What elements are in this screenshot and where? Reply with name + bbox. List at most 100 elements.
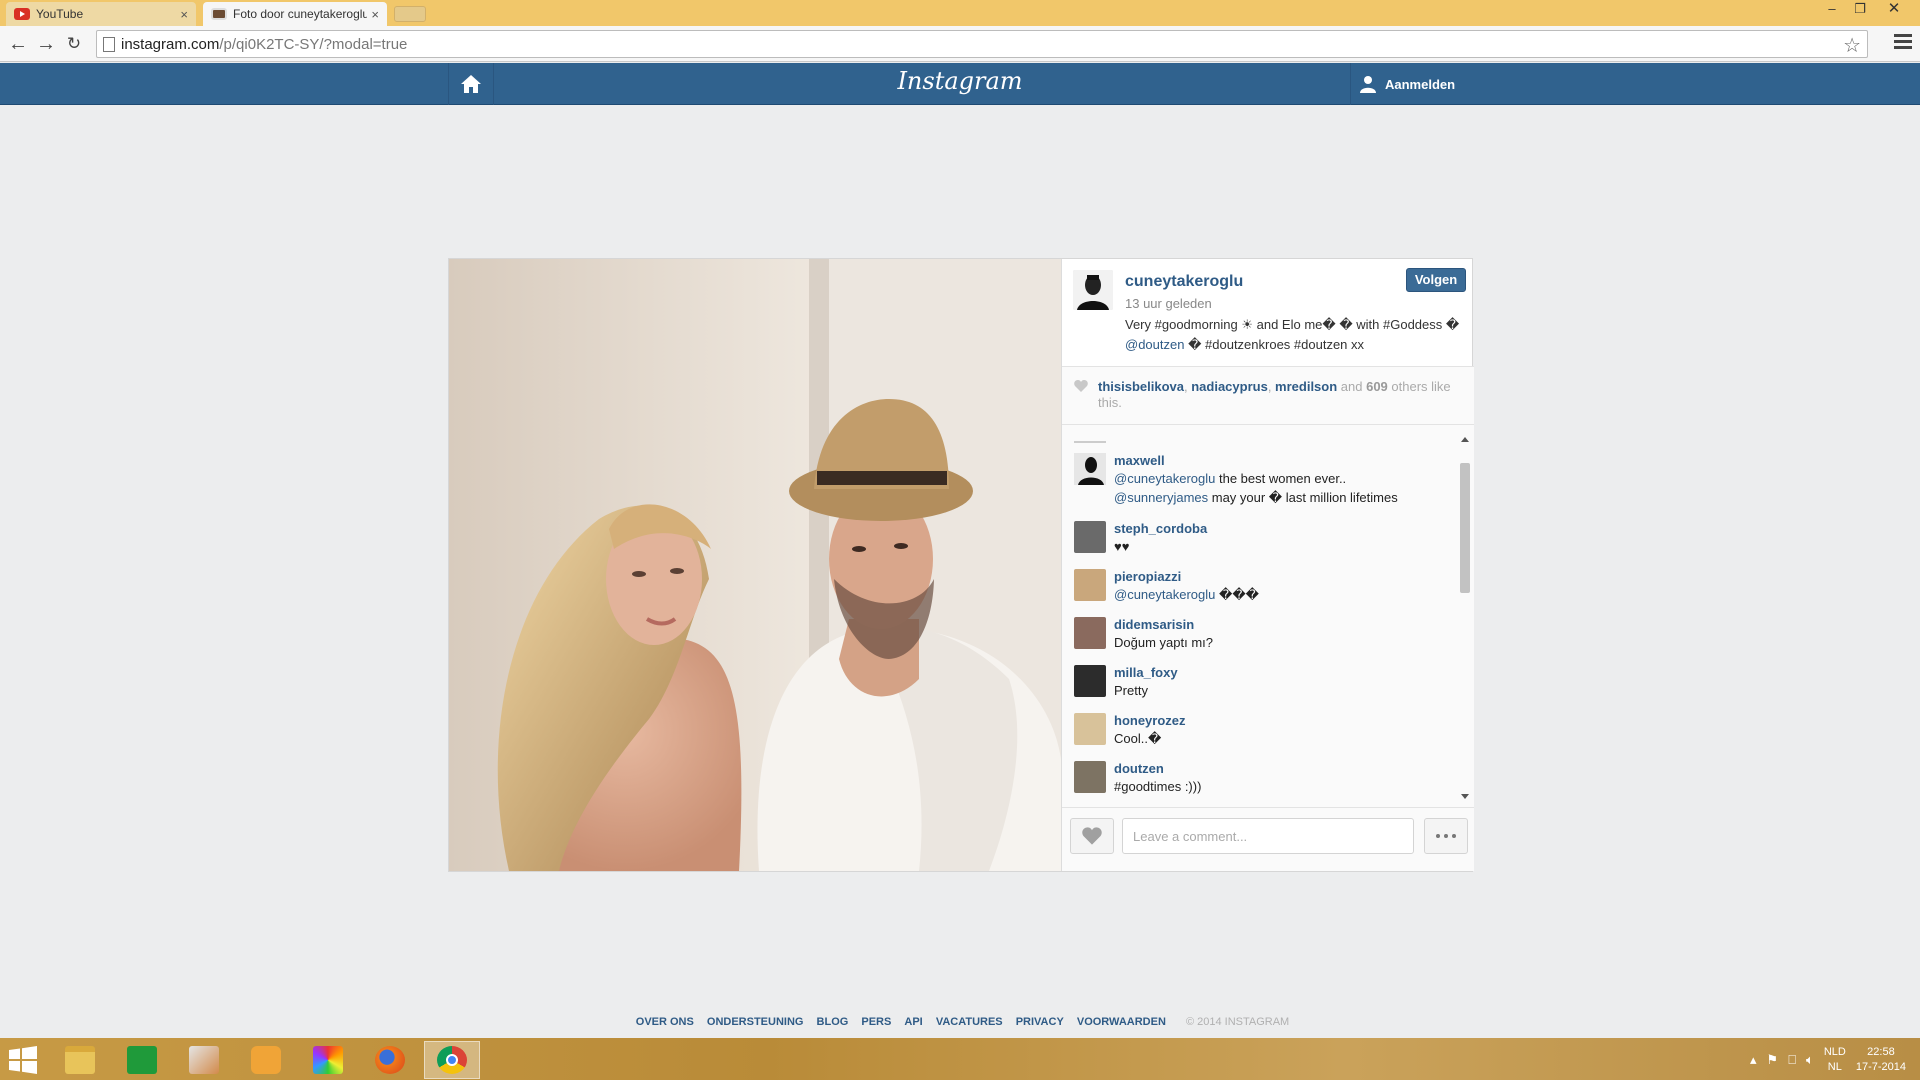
action-center-flag-icon[interactable]: ⚑ [1767,1052,1779,1068]
more-options-button[interactable] [1424,818,1468,854]
comment-mention[interactable]: @sunneryjames [1114,490,1208,505]
comment-mention[interactable]: @cuneytakeroglu [1114,471,1215,486]
comment-username[interactable]: didemsarisin [1114,617,1194,632]
browser-toolbar: ← → ↻ instagram.com/p/qi0K2TC-SY/?modal=… [0,26,1920,62]
windows-start-icon[interactable] [8,1046,38,1074]
comment-item: milla_foxy Pretty [1074,665,1454,713]
taskbar-chrome[interactable] [424,1041,480,1079]
user-icon [1360,76,1376,93]
comment-avatar[interactable] [1074,617,1106,649]
taskbar-paint[interactable] [176,1041,232,1079]
taskbar-firefox[interactable] [362,1041,418,1079]
post-time: 13 uur geleden [1125,296,1212,311]
taskbar-colors-app[interactable] [300,1041,356,1079]
system-tray: ▴ ⚑ ⎕ 🔈︎ NLD NL 22:58 17-7-2014 [1750,1044,1906,1076]
more-icon [1444,834,1448,838]
photo-image [449,259,1061,871]
back-arrow-icon[interactable]: ← [6,32,30,56]
tab-label: Foto door cuneytakeroglu [233,7,368,21]
comment-username[interactable]: honeyrozez [1114,713,1186,728]
liker-link[interactable]: nadiacyprus [1191,379,1268,394]
volume-icon[interactable]: 🔈︎ [1806,1052,1814,1068]
taskbar-file-explorer[interactable] [52,1041,108,1079]
home-icon [461,75,481,93]
comments-list[interactable]: maxwell @cuneytakeroglu the best women e… [1062,425,1474,807]
like-button[interactable] [1070,818,1114,854]
author-avatar[interactable] [1073,270,1113,310]
windows-taskbar: ▴ ⚑ ⎕ 🔈︎ NLD NL 22:58 17-7-2014 [0,1038,1920,1080]
comment-item: pieropiazzi @cuneytakeroglu ��� [1074,569,1454,617]
likes-count[interactable]: 609 [1366,379,1388,394]
comment-username[interactable]: steph_cordoba [1114,521,1207,536]
comment-input[interactable] [1122,818,1414,854]
footer-link-over-ons[interactable]: OVER ONS [636,1016,694,1028]
login-label: Aanmelden [1385,76,1456,92]
footer-link-ondersteuning[interactable]: ONDERSTEUNING [707,1016,804,1028]
footer-copyright: © 2014 INSTAGRAM [1185,1016,1290,1028]
new-tab-button[interactable] [394,6,426,22]
footer-link-api[interactable]: API [904,1016,922,1028]
comment-avatar[interactable] [1074,521,1106,553]
photo-modal: cuneytakeroglu 13 uur geleden Very #good… [448,258,1474,872]
taskbar-store[interactable] [114,1041,170,1079]
comment-username[interactable]: maxwell [1114,453,1165,468]
login-button[interactable]: Aanmelden [1350,63,1470,105]
footer-link-privacy[interactable]: PRIVACY [1016,1016,1064,1028]
comment-text: Cool..� [1114,731,1162,746]
network-icon[interactable]: ⎕ [1788,1052,1796,1068]
footer-link-voorwaarden[interactable]: VOORWAARDEN [1077,1016,1166,1028]
comment-avatar[interactable] [1074,665,1106,697]
likes-separator: , [1267,379,1276,394]
scroll-down-arrow-icon[interactable] [1461,794,1469,799]
liker-link[interactable]: thisisbelikova [1098,379,1184,394]
comment-avatar[interactable] [1074,569,1106,601]
input-language[interactable]: NLD NL [1824,1045,1846,1075]
instagram-logo[interactable]: Instagram [880,67,1040,95]
post-photo[interactable] [449,259,1061,871]
comment-avatar[interactable] [1074,761,1106,793]
clock-time: 22:58 [1867,1046,1895,1058]
scroll-up-arrow-icon[interactable] [1461,437,1469,442]
forward-arrow-icon[interactable]: → [34,32,58,56]
clock[interactable]: 22:58 17-7-2014 [1856,1045,1906,1075]
close-window-icon[interactable]: ✕ [1880,0,1908,20]
address-bar[interactable]: instagram.com/p/qi0K2TC-SY/?modal=true ☆ [96,30,1868,58]
chrome-menu-icon[interactable] [1894,34,1912,52]
tab-youtube[interactable]: YouTube × [6,2,196,26]
restore-window-icon[interactable]: ❐ [1846,0,1874,20]
scrollbar-thumb[interactable] [1460,463,1470,593]
reload-icon[interactable]: ↻ [62,32,86,56]
youtube-favicon-icon [14,8,30,20]
tab-close-icon[interactable]: × [180,7,188,22]
home-button[interactable] [448,63,494,105]
comment-text: Doğum yaptı mı? [1114,635,1213,650]
comment-avatar-image [1074,453,1106,485]
follow-button[interactable]: Volgen [1406,268,1466,292]
comment-avatar[interactable] [1074,453,1106,485]
heart-icon [1074,380,1088,392]
comment-avatar[interactable] [1074,713,1106,745]
comment-username[interactable]: doutzen [1114,761,1164,776]
author-username[interactable]: cuneytakeroglu [1125,273,1243,291]
comment-mention[interactable]: @cuneytakeroglu [1114,587,1215,602]
comment-text: #goodtimes :))) [1114,779,1202,794]
comments-scrollbar[interactable] [1458,433,1472,803]
bookmark-star-icon[interactable]: ☆ [1843,33,1861,58]
post-caption: Very #goodmorning ☀ and Elo me� � with #… [1125,315,1465,355]
footer-link-pers[interactable]: PERS [861,1016,891,1028]
show-hidden-icons-icon[interactable]: ▴ [1750,1052,1757,1068]
taskbar-media-player[interactable] [238,1041,294,1079]
minimize-window-icon[interactable]: – [1818,0,1846,20]
instagram-header: Instagram Aanmelden [0,63,1920,105]
liker-link[interactable]: mredilson [1275,379,1337,394]
footer-link-blog[interactable]: BLOG [817,1016,849,1028]
caption-mention[interactable]: @doutzen [1125,337,1184,352]
tab-label: YouTube [36,7,84,21]
tab-close-icon[interactable]: × [371,7,379,22]
footer-link-vacatures[interactable]: VACATURES [936,1016,1003,1028]
tab-instagram-photo[interactable]: Foto door cuneytakeroglu × [203,2,387,26]
comment-item: steph_cordoba ♥♥ [1074,521,1454,569]
comment-username[interactable]: pieropiazzi [1114,569,1181,584]
comment-bar [1062,807,1474,871]
comment-username[interactable]: milla_foxy [1114,665,1178,680]
